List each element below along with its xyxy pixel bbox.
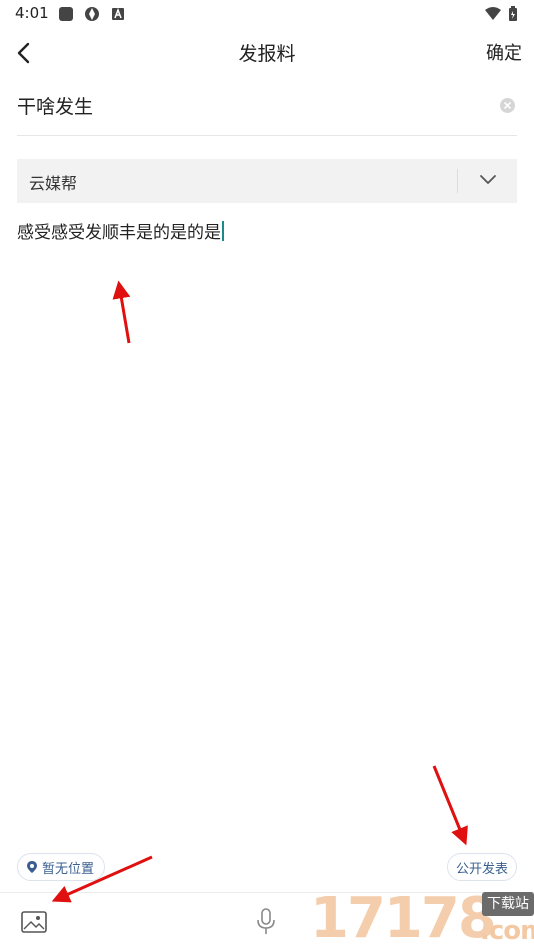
top-app-bar: 发报料 确定 [0, 30, 534, 74]
microphone-icon [257, 908, 275, 934]
status-bar: 4:01 [0, 0, 534, 30]
content-text: 感受感受发顺丰是的是的是 [17, 223, 221, 243]
publish-label: 公开发表 [455, 861, 508, 877]
confirm-button[interactable]: 确定 [486, 39, 522, 65]
status-time: 4:01 [15, 4, 49, 22]
category-value: 云媒帮 [29, 174, 78, 193]
battery-icon [508, 6, 518, 22]
notification-square-icon [58, 6, 74, 22]
location-chip[interactable]: 暂无位置 [17, 853, 106, 881]
category-select[interactable]: 云媒帮 [17, 159, 517, 203]
content-textarea[interactable]: 感受感受发顺丰是的是的是 [17, 218, 224, 243]
select-divider [457, 169, 458, 193]
insert-image-button[interactable] [21, 911, 47, 933]
annotation-arrows [51, 280, 468, 903]
clear-icon [504, 102, 511, 109]
text-caret [222, 221, 224, 241]
app-notification-icon [84, 6, 100, 22]
annotation-arrow-publish [432, 765, 468, 846]
wifi-icon [484, 6, 501, 22]
watermark-logo: 17178 下载站 .com [310, 888, 534, 950]
title-input[interactable]: 干啥发生 [17, 92, 93, 119]
voice-input-button[interactable] [256, 907, 276, 937]
page-title: 发报料 [238, 43, 296, 65]
title-input-row: 干啥发生 [17, 86, 517, 136]
annotation-arrow-content [112, 280, 131, 344]
watermark-badge: 下载站 [482, 892, 534, 916]
image-icon [21, 911, 47, 933]
chevron-down-icon [480, 175, 496, 184]
location-pin-icon [27, 861, 37, 873]
watermark-domain: .com [480, 916, 534, 946]
a-notification-icon [110, 6, 126, 22]
watermark-digits: 17178 [310, 886, 497, 950]
publish-visibility-chip[interactable]: 公开发表 [446, 853, 517, 881]
clear-title-button[interactable] [500, 98, 515, 113]
location-label: 暂无位置 [42, 861, 95, 877]
